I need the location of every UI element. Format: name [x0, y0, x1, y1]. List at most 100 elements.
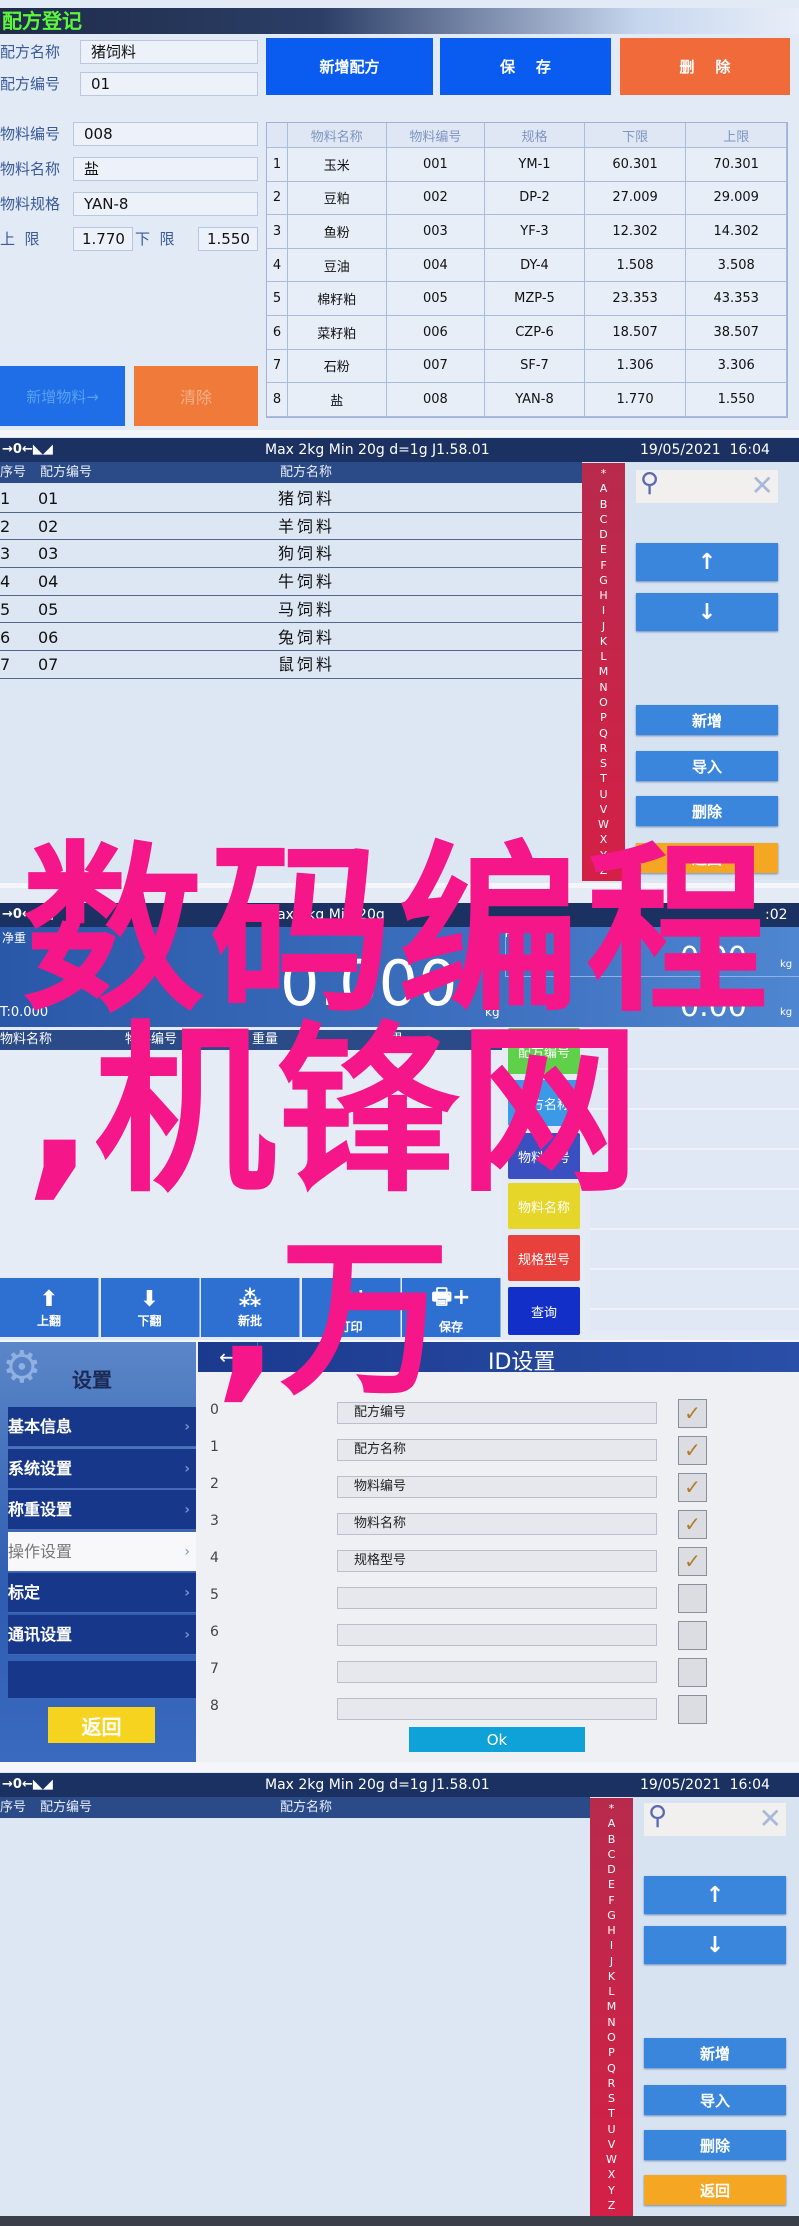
checked-checkbox[interactable]: ✓: [678, 1473, 707, 1502]
alphabet-letter[interactable]: E: [608, 1878, 615, 1891]
alphabet-letter[interactable]: H: [607, 1924, 615, 1937]
settings-menu-item[interactable]: 标定 ›: [8, 1573, 196, 1613]
recipe-name-input[interactable]: 猪饲料: [80, 40, 258, 64]
search-input[interactable]: ⚲ ✕: [636, 468, 778, 503]
import-button[interactable]: 导入: [644, 2085, 786, 2115]
alphabet-letter[interactable]: G: [599, 574, 608, 587]
alphabet-letter[interactable]: *: [601, 467, 607, 480]
table-row[interactable]: 7 石粉 007 SF-7 1.306 3.306: [267, 349, 787, 384]
alphabet-letter[interactable]: M: [599, 665, 609, 678]
scroll-up-button[interactable]: ↑: [636, 543, 778, 581]
checked-checkbox[interactable]: ✓: [678, 1399, 707, 1428]
id-field-input[interactable]: 规格型号: [337, 1550, 657, 1572]
alphabet-letter[interactable]: N: [607, 2016, 615, 2029]
alphabet-letter[interactable]: V: [600, 803, 608, 816]
import-button[interactable]: 导入: [636, 751, 778, 781]
settings-menu-item[interactable]: 基本信息 ›: [8, 1407, 196, 1447]
alphabet-letter[interactable]: G: [607, 1909, 616, 1922]
alphabet-letter[interactable]: I: [610, 1939, 613, 1952]
id-field-input[interactable]: [337, 1587, 657, 1609]
scroll-down-button[interactable]: ↓: [644, 1926, 786, 1964]
alphabet-letter[interactable]: K: [600, 635, 607, 648]
alphabet-letter[interactable]: U: [599, 788, 607, 801]
delete-button[interactable]: 删除: [644, 2130, 786, 2160]
checkbox[interactable]: [678, 1621, 707, 1650]
alphabet-letter[interactable]: N: [599, 681, 607, 694]
alphabet-letter[interactable]: L: [600, 650, 606, 663]
new-recipe-button[interactable]: 新增配方: [266, 38, 433, 95]
alphabet-letter[interactable]: Q: [607, 2062, 616, 2075]
checked-checkbox[interactable]: ✓: [678, 1510, 707, 1539]
alphabet-index[interactable]: * A B C D E F G H I J K L M N O P Q R S T U V W X Y Z: [590, 1798, 633, 2216]
id-field-input[interactable]: [337, 1624, 657, 1646]
settings-menu-item[interactable]: 称重设置 ›: [8, 1490, 196, 1530]
clear-icon[interactable]: ✕: [751, 469, 774, 502]
delete-button[interactable]: 删除: [636, 796, 778, 826]
upper-limit-input[interactable]: 1.770: [73, 227, 133, 251]
alphabet-letter[interactable]: V: [608, 2138, 616, 2151]
delete-button[interactable]: 删 除: [620, 38, 790, 95]
material-spec-input[interactable]: YAN-8: [73, 192, 258, 216]
alphabet-letter[interactable]: S: [608, 2092, 615, 2105]
scroll-down-button[interactable]: ↓: [636, 593, 778, 631]
material-code-input[interactable]: 008: [73, 122, 258, 146]
back-button[interactable]: 返回: [48, 1707, 155, 1743]
filter-button[interactable]: 查询: [508, 1287, 580, 1335]
back-button[interactable]: 返回: [644, 2175, 786, 2205]
alphabet-letter[interactable]: S: [600, 757, 607, 770]
table-row[interactable]: 6 菜籽粕 006 CZP-6 18.507 38.507: [267, 315, 787, 350]
alphabet-letter[interactable]: O: [607, 2031, 616, 2044]
id-field-input[interactable]: 配方名称: [337, 1439, 657, 1461]
alphabet-letter[interactable]: T: [608, 2107, 615, 2120]
id-field-input[interactable]: [337, 1661, 657, 1683]
clear-button[interactable]: 清除: [134, 366, 258, 426]
alphabet-letter[interactable]: K: [608, 1970, 615, 1983]
alphabet-letter[interactable]: M: [607, 2000, 617, 2013]
alphabet-letter[interactable]: E: [600, 543, 607, 556]
checkbox[interactable]: [678, 1695, 707, 1724]
alphabet-letter[interactable]: I: [602, 604, 605, 617]
table-row[interactable]: 4 豆油 004 DY-4 1.508 3.508: [267, 248, 787, 283]
alphabet-letter[interactable]: O: [599, 696, 608, 709]
table-row[interactable]: 1 玉米 001 YM-1 60.301 70.301: [267, 148, 787, 182]
list-item[interactable]: 7 07 鼠饲料: [0, 651, 582, 679]
list-item[interactable]: 3 03 狗饲料: [0, 540, 582, 569]
list-item[interactable]: 5 05 马饲料: [0, 596, 582, 624]
alphabet-letter[interactable]: F: [608, 1894, 614, 1907]
table-row[interactable]: 2 豆粕 002 DP-2 27.009 29.009: [267, 181, 787, 216]
checked-checkbox[interactable]: ✓: [678, 1547, 707, 1576]
id-field-input[interactable]: [337, 1698, 657, 1720]
alphabet-letter[interactable]: W: [606, 2153, 617, 2166]
material-name-input[interactable]: 盐: [73, 157, 258, 181]
filter-button[interactable]: 规格型号: [508, 1235, 580, 1281]
alphabet-letter[interactable]: P: [608, 2046, 615, 2059]
table-row[interactable]: 5 棉籽粕 005 MZP-5 23.353 43.353: [267, 282, 787, 316]
ok-button[interactable]: Ok: [409, 1727, 585, 1752]
alphabet-letter[interactable]: P: [600, 711, 607, 724]
table-row[interactable]: 8 盐 008 YAN-8 1.770 1.550: [267, 383, 787, 417]
alphabet-letter[interactable]: J: [610, 1955, 613, 1968]
alphabet-letter[interactable]: U: [607, 2123, 615, 2136]
alphabet-letter[interactable]: C: [608, 1848, 616, 1861]
lower-limit-input[interactable]: 1.550: [198, 227, 258, 251]
save-button[interactable]: 保 存: [440, 38, 611, 95]
alphabet-letter[interactable]: Z: [608, 2199, 616, 2212]
alphabet-letter[interactable]: F: [600, 559, 606, 572]
alphabet-letter[interactable]: A: [600, 482, 608, 495]
alphabet-letter[interactable]: X: [608, 2168, 616, 2181]
alphabet-letter[interactable]: Y: [608, 2184, 615, 2197]
list-item[interactable]: 1 01 猪饲料: [0, 485, 582, 513]
table-row[interactable]: 3 鱼粉 003 YF-3 12.302 14.302: [267, 215, 787, 249]
alphabet-letter[interactable]: R: [600, 742, 608, 755]
alphabet-letter[interactable]: H: [599, 589, 607, 602]
alphabet-letter[interactable]: R: [608, 2077, 616, 2090]
new-button[interactable]: 新增: [644, 2038, 786, 2068]
alphabet-letter[interactable]: Q: [599, 727, 608, 740]
clear-icon[interactable]: ✕: [759, 1802, 782, 1835]
alphabet-letter[interactable]: C: [600, 513, 608, 526]
alphabet-index[interactable]: * A B C D E F G H I J K L M N O P Q R S T U V W X Y Z: [582, 463, 625, 881]
alphabet-letter[interactable]: *: [609, 1802, 615, 1815]
toolbar-button[interactable]: ⬆ 上翻: [0, 1278, 99, 1337]
search-input[interactable]: ⚲ ✕: [644, 1801, 786, 1836]
checkbox[interactable]: [678, 1658, 707, 1687]
